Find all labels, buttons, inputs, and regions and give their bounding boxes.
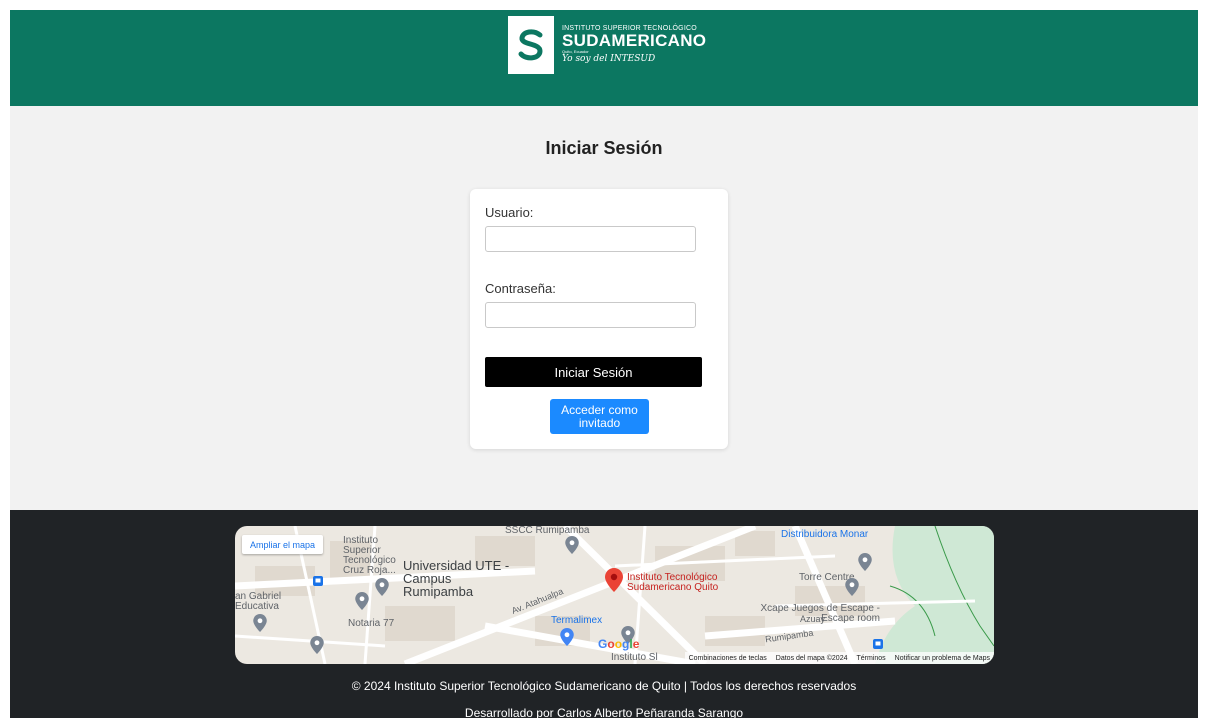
footer-copyright: © 2024 Instituto Superior Tecnológico Su… [351, 679, 857, 693]
page: INSTITUTO SUPERIOR TECNOLÓGICO SUDAMERIC… [10, 10, 1198, 718]
building-marker-icon[interactable] [858, 553, 872, 571]
google-logo: Google [598, 637, 640, 651]
username-input[interactable] [485, 226, 696, 252]
expand-map-button[interactable]: Ampliar el mapa [242, 535, 324, 554]
keyboard-shortcuts-link[interactable]: Combinaciones de teclas [689, 655, 767, 662]
map-embed[interactable]: Ampliar el mapa Instituto Superior Tecno… [235, 526, 994, 664]
map-place-notaria[interactable]: Notaria 77 [348, 619, 394, 629]
place-marker-icon[interactable] [565, 536, 579, 554]
footer-developer: Desarrollado por Carlos Alberto Peñarand… [464, 706, 744, 718]
terms-link[interactable]: Términos [856, 655, 885, 662]
location-pin-icon[interactable] [605, 568, 623, 592]
map-place-instituto-partial[interactable]: Instituto Sl [611, 653, 658, 663]
bus-stop-2-icon[interactable] [873, 639, 883, 649]
map-data-text: Datos del mapa ©2024 [775, 654, 848, 662]
escape-room-marker-icon[interactable] [845, 578, 859, 596]
logo-name: SUDAMERICANO [562, 31, 707, 51]
site-header: INSTITUTO SUPERIOR TECNOLÓGICO SUDAMERIC… [10, 10, 1198, 106]
school-marker-icon[interactable] [375, 578, 389, 596]
notary-marker-icon[interactable] [355, 592, 369, 610]
map-place-san-gabriel[interactable]: an Gabriel Educativa [235, 592, 295, 612]
logo-slogan: Yo soy del INTESUD [562, 54, 656, 65]
login-button[interactable]: Iniciar Sesión [485, 357, 702, 387]
map-attribution: Combinaciones de teclas Datos del mapa ©… [684, 652, 994, 664]
site-footer: Ampliar el mapa Instituto Superior Tecno… [10, 510, 1198, 718]
map-place-ute[interactable]: Universidad UTE - Campus Rumipamba [403, 559, 513, 598]
map-place-institute-cruz-roja[interactable]: Instituto Superior Tecnológico Cruz Roja… [343, 536, 411, 576]
password-label: Contraseña: [485, 281, 556, 296]
bus-stop-icon[interactable] [313, 576, 323, 586]
login-form: Usuario: Contraseña: Iniciar Sesión Acce… [470, 189, 728, 449]
map-place-termalimex[interactable]: Termalimex [551, 616, 602, 626]
logo-text: INSTITUTO SUPERIOR TECNOLÓGICO SUDAMERIC… [562, 25, 706, 65]
logo[interactable]: INSTITUTO SUPERIOR TECNOLÓGICO SUDAMERIC… [508, 16, 708, 74]
map-place-distribuidora[interactable]: Distribuidora Monar [781, 530, 868, 540]
map-place-sscc[interactable]: SSCC Rumipamba [505, 526, 589, 536]
school-marker-2-icon[interactable] [253, 614, 267, 632]
main-content: Iniciar Sesión Usuario: Contraseña: Inic… [10, 106, 1198, 510]
guest-access-button[interactable]: Acceder como invitado [550, 399, 649, 434]
map-place-sudamericano[interactable]: Instituto Tecnológico Sudamericano Quito [627, 573, 742, 593]
map-place-xcape[interactable]: Xcape Juegos de Escape - Escape room [760, 604, 880, 624]
username-label: Usuario: [485, 205, 534, 220]
place-marker-2-icon[interactable] [310, 636, 324, 654]
shop-marker-icon[interactable] [560, 628, 574, 646]
logo-s-icon [508, 16, 554, 74]
password-input[interactable] [485, 302, 696, 328]
report-problem-link[interactable]: Notificar un problema de Maps [895, 655, 990, 662]
page-title: Iniciar Sesión [545, 138, 663, 158]
